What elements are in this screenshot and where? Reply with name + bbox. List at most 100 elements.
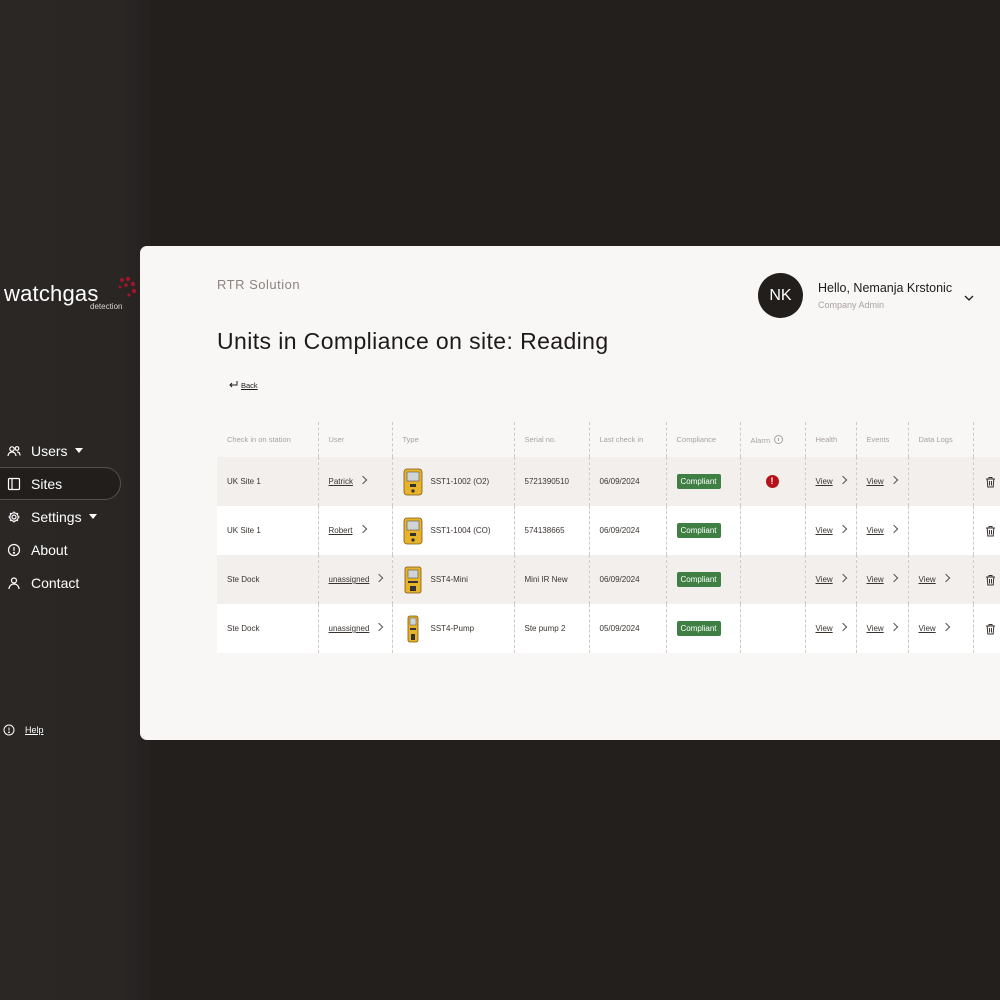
main-panel: RTR Solution NK Hello, Nemanja Krstonic …	[140, 246, 1000, 740]
logo-subtitle: detection	[90, 302, 123, 311]
alarm-icon[interactable]: !	[765, 475, 779, 488]
back-link[interactable]: Back	[227, 380, 258, 390]
cell-serial: Ste pump 2	[513, 604, 589, 653]
nav-item-contact[interactable]: Contact	[0, 566, 150, 599]
gear-icon	[7, 510, 21, 524]
cell-data-logs	[907, 457, 973, 506]
chevron-right-icon	[375, 622, 384, 632]
data-logs-view-link[interactable]: View	[919, 575, 936, 584]
col-header-type: Type	[391, 422, 514, 457]
data-logs-view-link[interactable]: View	[919, 624, 936, 633]
user-link[interactable]: Patrick	[329, 477, 353, 486]
cell-health: View	[804, 604, 856, 653]
sites-icon	[7, 477, 21, 491]
cell-actions	[972, 457, 1000, 506]
gas-detector-icon	[403, 468, 423, 496]
serial-number: 574138665	[524, 526, 565, 535]
help-link[interactable]: Help	[3, 724, 44, 736]
cell-user: Robert	[317, 506, 392, 555]
logo-wordmark: watchgas	[4, 281, 99, 306]
chevron-right-icon	[889, 475, 898, 485]
col-header-health: Health	[804, 422, 856, 457]
gas-detector-icon	[403, 517, 423, 545]
nav-item-settings[interactable]: Settings	[0, 500, 150, 533]
station-name: UK Site 1	[227, 477, 261, 486]
trash-icon[interactable]	[985, 476, 996, 488]
cell-station: UK Site 1	[217, 506, 318, 555]
back-label: Back	[241, 380, 258, 390]
user-link[interactable]: Robert	[329, 526, 353, 535]
cell-data-logs	[907, 506, 973, 555]
health-view-link[interactable]: View	[816, 575, 833, 584]
cell-last-checkin: 06/09/2024	[588, 555, 666, 604]
gas-detector-icon	[403, 566, 423, 594]
col-header-last-checkin: Last check in	[588, 422, 666, 457]
cell-actions	[972, 555, 1000, 604]
cell-type: SST4-Mini	[391, 555, 514, 604]
col-header-alarm-label: Alarm	[750, 435, 771, 445]
device-type: SST4-Pump	[430, 624, 475, 633]
cell-station: Ste Dock	[217, 604, 318, 653]
nav-label-sites: Sites	[31, 475, 63, 492]
chevron-right-icon	[941, 573, 950, 583]
caret-down-icon	[74, 448, 83, 453]
events-view-link[interactable]: View	[867, 575, 884, 584]
trash-icon[interactable]	[985, 525, 996, 537]
cell-type: SST1-1004 (CO)	[391, 506, 514, 555]
cell-serial: 574138665	[513, 506, 589, 555]
cell-compliance: Compliant	[665, 457, 740, 506]
station-name: Ste Dock	[227, 624, 260, 633]
cell-last-checkin: 06/09/2024	[588, 457, 666, 506]
user-link[interactable]: unassigned	[329, 575, 370, 584]
info-icon[interactable]	[774, 434, 784, 444]
col-header-serial: Serial no.	[513, 422, 589, 457]
user-menu[interactable]: NK Hello, Nemanja Krstonic Company Admin	[758, 273, 998, 319]
last-checkin-date: 05/09/2024	[599, 624, 640, 633]
serial-number: Mini IR New	[524, 575, 568, 584]
cell-compliance: Compliant	[665, 555, 740, 604]
events-view-link[interactable]: View	[867, 624, 884, 633]
trash-icon[interactable]	[985, 574, 996, 586]
cell-type: SST1-1002 (O2)	[391, 457, 514, 506]
serial-number: 5721390510	[524, 477, 570, 486]
cell-events: View	[855, 604, 908, 653]
serial-number: Ste pump 2	[524, 624, 566, 633]
watchgas-logo[interactable]: watchgas detection	[4, 276, 144, 316]
nav-item-users[interactable]: Users	[0, 434, 150, 467]
sidebar: watchgas detection Users Sites Settings …	[0, 0, 150, 1000]
nav-item-about[interactable]: About	[0, 533, 150, 566]
chevron-right-icon	[375, 573, 384, 583]
nav-label-contact: Contact	[31, 574, 80, 591]
nav-item-sites[interactable]: Sites	[0, 467, 150, 500]
cell-compliance: Compliant	[665, 506, 740, 555]
chevron-right-icon	[838, 622, 847, 632]
cell-events: View	[855, 457, 908, 506]
cell-alarm	[739, 506, 805, 555]
users-icon	[7, 444, 21, 458]
user-greeting: Hello, Nemanja Krstonic	[818, 281, 953, 295]
health-view-link[interactable]: View	[816, 624, 833, 633]
station-name: Ste Dock	[227, 575, 260, 584]
health-view-link[interactable]: View	[816, 477, 833, 486]
events-view-link[interactable]: View	[867, 526, 884, 535]
health-view-link[interactable]: View	[816, 526, 833, 535]
cell-actions	[972, 604, 1000, 653]
cell-health: View	[804, 457, 856, 506]
events-view-link[interactable]: View	[867, 477, 884, 486]
user-link[interactable]: unassigned	[329, 624, 370, 633]
compliance-badge: Compliant	[676, 474, 721, 489]
main-nav: Users Sites Settings About Contact	[0, 434, 150, 599]
cell-data-logs: View	[907, 555, 973, 604]
col-header-actions	[972, 422, 1000, 457]
chevron-right-icon	[838, 475, 847, 485]
chevron-down-icon[interactable]	[963, 293, 975, 303]
page-title: Units in Compliance on site: Reading	[217, 328, 609, 354]
cell-user: Patrick	[317, 457, 392, 506]
trash-icon[interactable]	[985, 623, 996, 635]
chevron-right-icon	[358, 524, 367, 534]
cell-station: Ste Dock	[217, 555, 318, 604]
cell-actions	[972, 506, 1000, 555]
cell-alarm	[739, 604, 805, 653]
cell-health: View	[804, 555, 856, 604]
table-row: UK Site 1 Robert SST1-1004 (CO) 57413866…	[217, 506, 1000, 555]
